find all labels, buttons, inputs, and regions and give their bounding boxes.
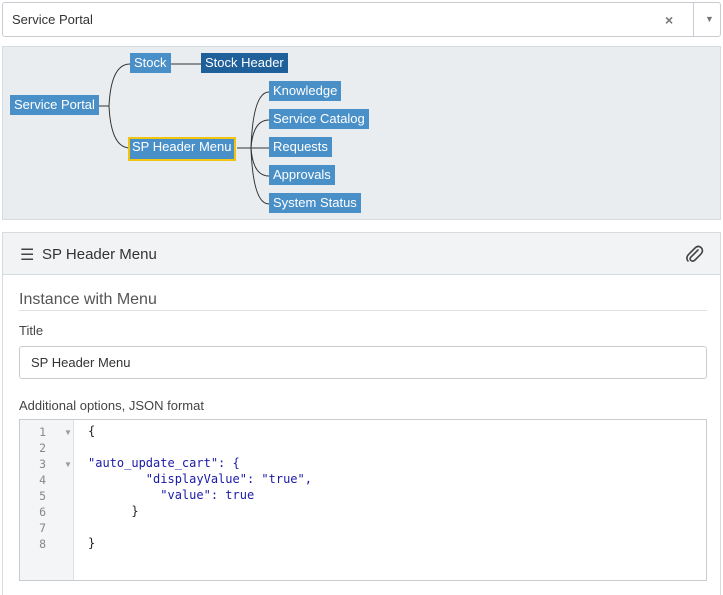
tree-node-system-status[interactable]: System Status: [269, 193, 361, 213]
tree-node-stock-header[interactable]: Stock Header: [201, 53, 288, 73]
tree-node-requests[interactable]: Requests: [269, 137, 332, 157]
panel-title: SP Header Menu: [42, 246, 157, 263]
fold-arrow-icon[interactable]: ▼: [64, 428, 72, 437]
tree-node-approvals[interactable]: Approvals: [269, 165, 335, 185]
connector-root-spmenu: [108, 105, 131, 149]
page-tree-panel: Service Portal Stock Stock Header SP Hea…: [2, 46, 721, 220]
code-line: }: [88, 504, 139, 518]
tree-node-stock[interactable]: Stock: [130, 53, 171, 73]
instance-form-panel: ☰ SP Header Menu Instance with Menu Titl…: [2, 232, 721, 595]
connector-service-catalog: [250, 119, 270, 149]
tree-node-service-catalog[interactable]: Service Catalog: [269, 109, 369, 129]
line-number: 2: [39, 441, 46, 455]
fold-arrow-icon[interactable]: ▼: [64, 460, 72, 469]
line-number: 6: [39, 505, 46, 519]
line-number: 7: [39, 521, 46, 535]
connector-root-stock: [108, 63, 131, 107]
title-input[interactable]: [19, 346, 707, 379]
section-title: Instance with Menu: [19, 291, 157, 308]
connector-approvals: [250, 147, 270, 177]
options-label: Additional options, JSON format: [19, 398, 204, 413]
select-divider: [693, 3, 694, 36]
line-number: 3: [39, 457, 46, 471]
hamburger-menu-icon[interactable]: ☰: [20, 245, 34, 265]
tree-node-service-portal[interactable]: Service Portal: [10, 95, 99, 115]
line-number: 4: [39, 473, 46, 487]
portal-select[interactable]: Service Portal × ▼: [2, 2, 721, 37]
portal-select-value: Service Portal: [12, 12, 93, 27]
line-number: 1: [39, 425, 46, 439]
paperclip-icon[interactable]: [684, 244, 704, 269]
section-divider: [19, 310, 707, 311]
tree-node-sp-header-menu[interactable]: SP Header Menu: [128, 137, 236, 161]
title-label: Title: [19, 323, 44, 338]
chevron-down-icon[interactable]: ▼: [705, 14, 714, 24]
line-number: 8: [39, 537, 46, 551]
code-line: {: [88, 424, 96, 438]
line-number: 5: [39, 489, 46, 503]
code-line: "displayValue": "true",: [88, 472, 312, 486]
json-code-editor[interactable]: 1 2 3 4 5 6 7 8 ▼ ▼ { "auto_update_cart"…: [19, 419, 707, 581]
panel-header: ☰ SP Header Menu: [3, 233, 720, 275]
code-line: }: [88, 536, 96, 550]
tree-node-knowledge[interactable]: Knowledge: [269, 81, 342, 101]
code-line: "value": true: [88, 488, 255, 502]
tree-connectors: [98, 63, 270, 205]
code-line: "auto_update_cart": {: [88, 456, 240, 470]
clear-icon[interactable]: ×: [665, 12, 673, 28]
editor-gutter: 1 2 3 4 5 6 7 8 ▼ ▼: [20, 420, 74, 580]
